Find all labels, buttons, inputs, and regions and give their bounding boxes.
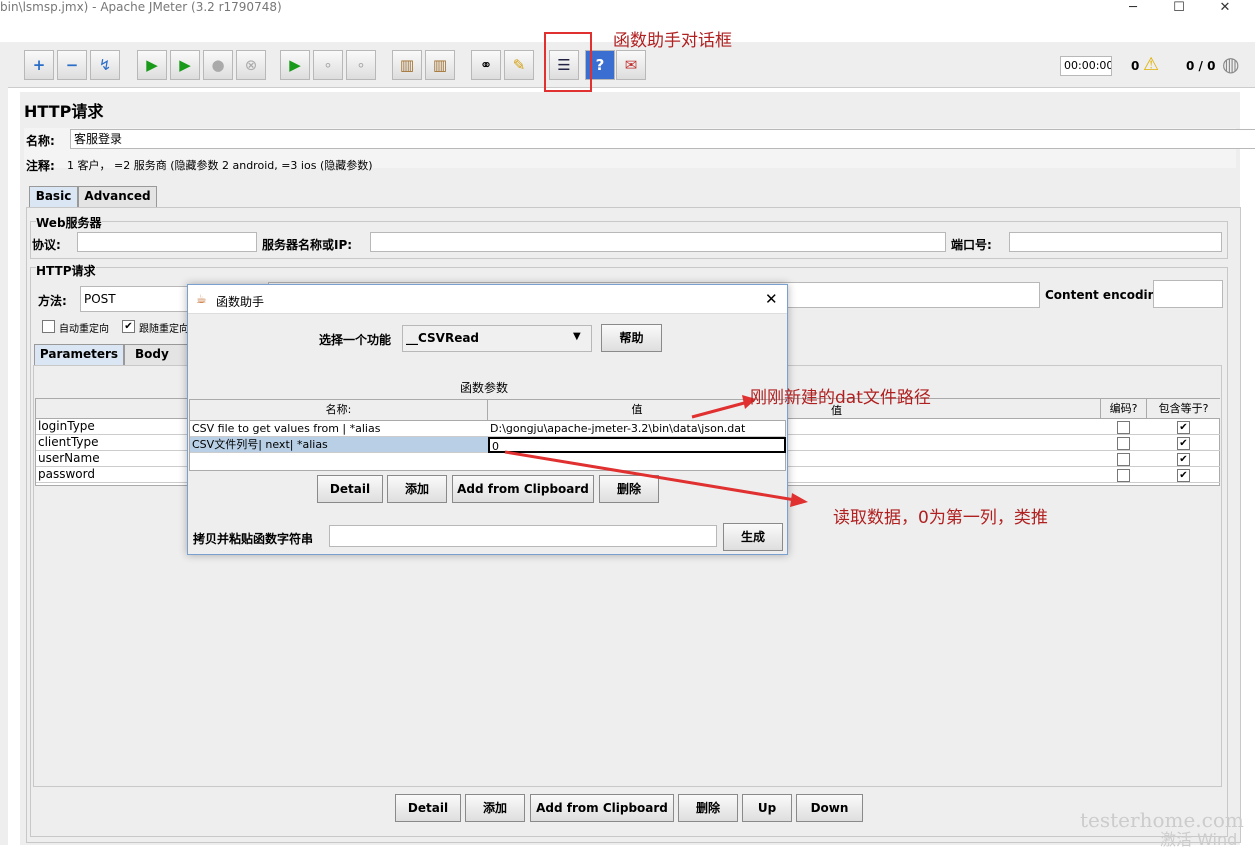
arrow-read <box>504 450 796 502</box>
annotation-arrows <box>504 395 808 507</box>
arrow-path <box>691 400 749 419</box>
annotation-top: 函数助手对话框 <box>613 31 732 51</box>
arrow-head <box>790 493 808 507</box>
annotation-path: 刚刚新建的dat文件路径 <box>750 388 931 408</box>
annotation-read: 读取数据，0为第一列，类推 <box>833 508 1048 528</box>
watermark-activate: 激活 Wind <box>1160 830 1238 849</box>
